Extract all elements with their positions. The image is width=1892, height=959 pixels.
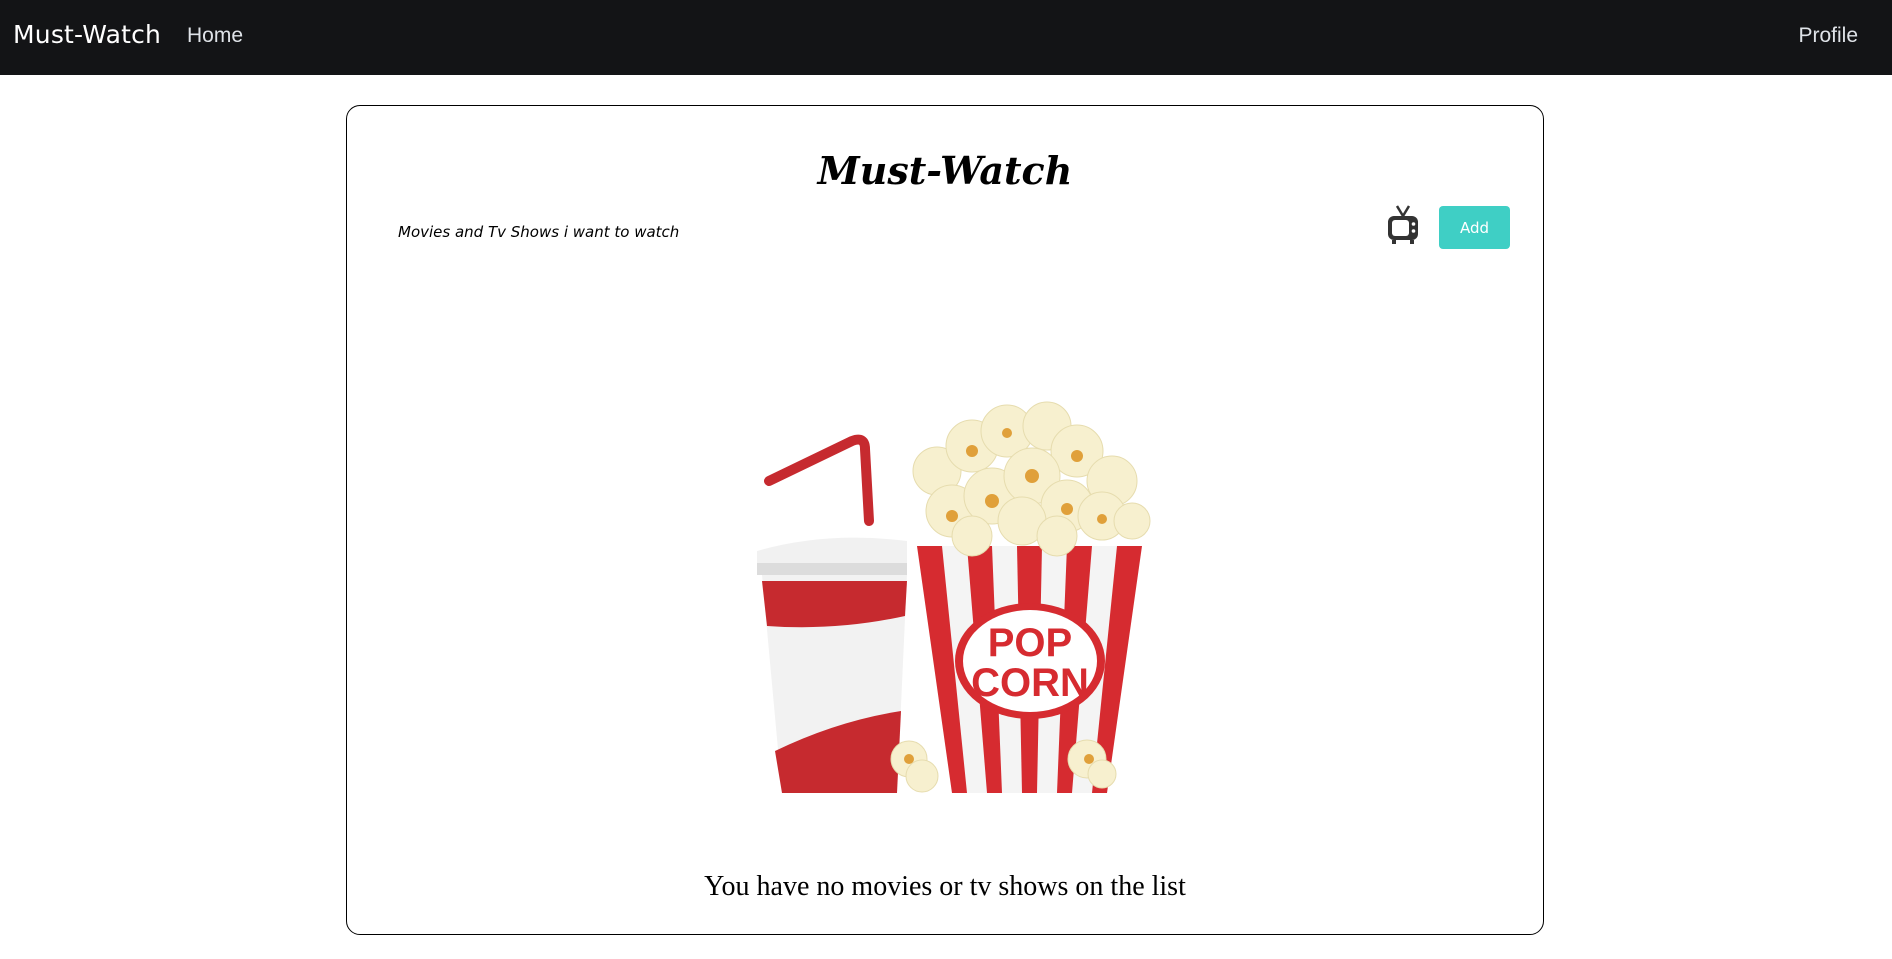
nav-profile-link[interactable]: Profile <box>1798 24 1858 48</box>
popcorn-label-bottom: CORN <box>971 661 1089 705</box>
watchlist-card: Must-Watch Movies and Tv Shows i want to… <box>346 105 1544 935</box>
empty-list-message: You have no movies or tv shows on the li… <box>704 871 1186 902</box>
page-title: Must-Watch <box>817 148 1073 193</box>
nav-home-link[interactable]: Home <box>187 24 243 48</box>
popcorn-illustration: POP CORN <box>757 401 1151 793</box>
popcorn-label-top: POP <box>988 621 1072 665</box>
tv-icon <box>1388 205 1418 244</box>
brand-link[interactable]: Must-Watch <box>13 20 161 49</box>
page-subtitle: Movies and Tv Shows i want to watch <box>398 223 680 241</box>
navbar: Must-Watch Home Profile <box>0 0 1892 75</box>
add-button[interactable]: Add <box>1439 206 1510 249</box>
